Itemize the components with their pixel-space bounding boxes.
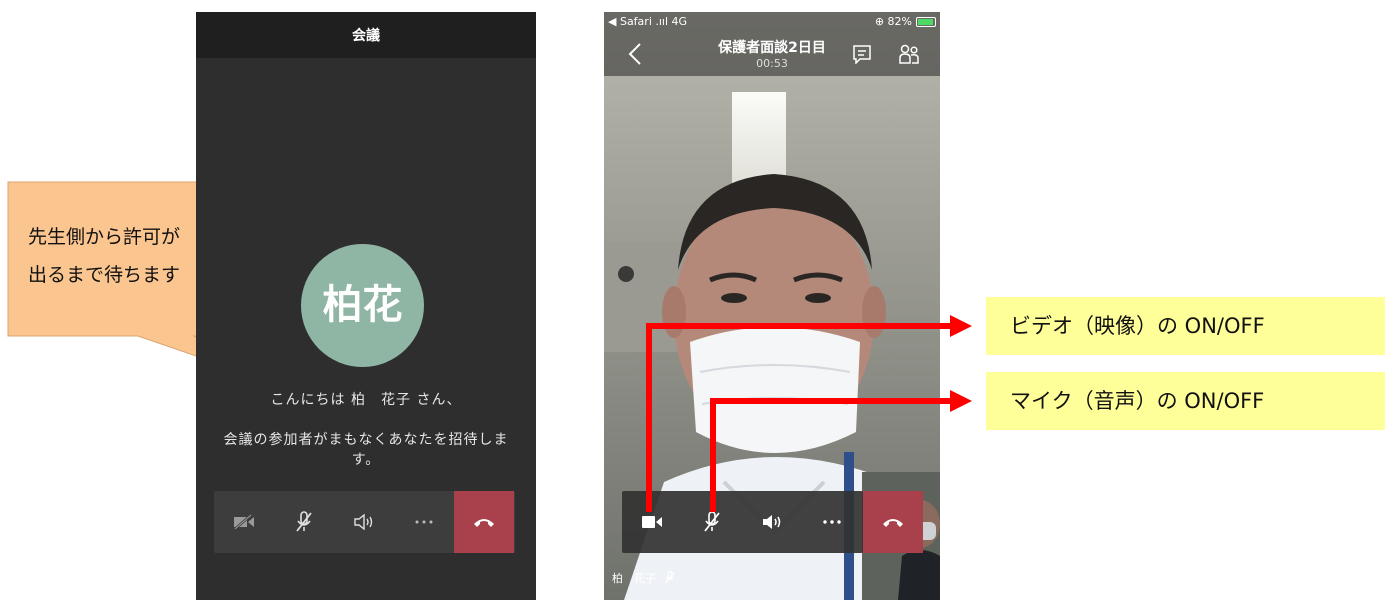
- video-annotation-label: ビデオ（映像）の ON/OFF: [986, 297, 1385, 355]
- video-arrow-line: [646, 323, 950, 512]
- mic-annotation-label: マイク（音声）の ON/OFF: [986, 372, 1385, 430]
- mic-arrow-line: [710, 398, 950, 512]
- video-arrow-head: [950, 315, 972, 337]
- mic-arrow-head: [950, 390, 972, 412]
